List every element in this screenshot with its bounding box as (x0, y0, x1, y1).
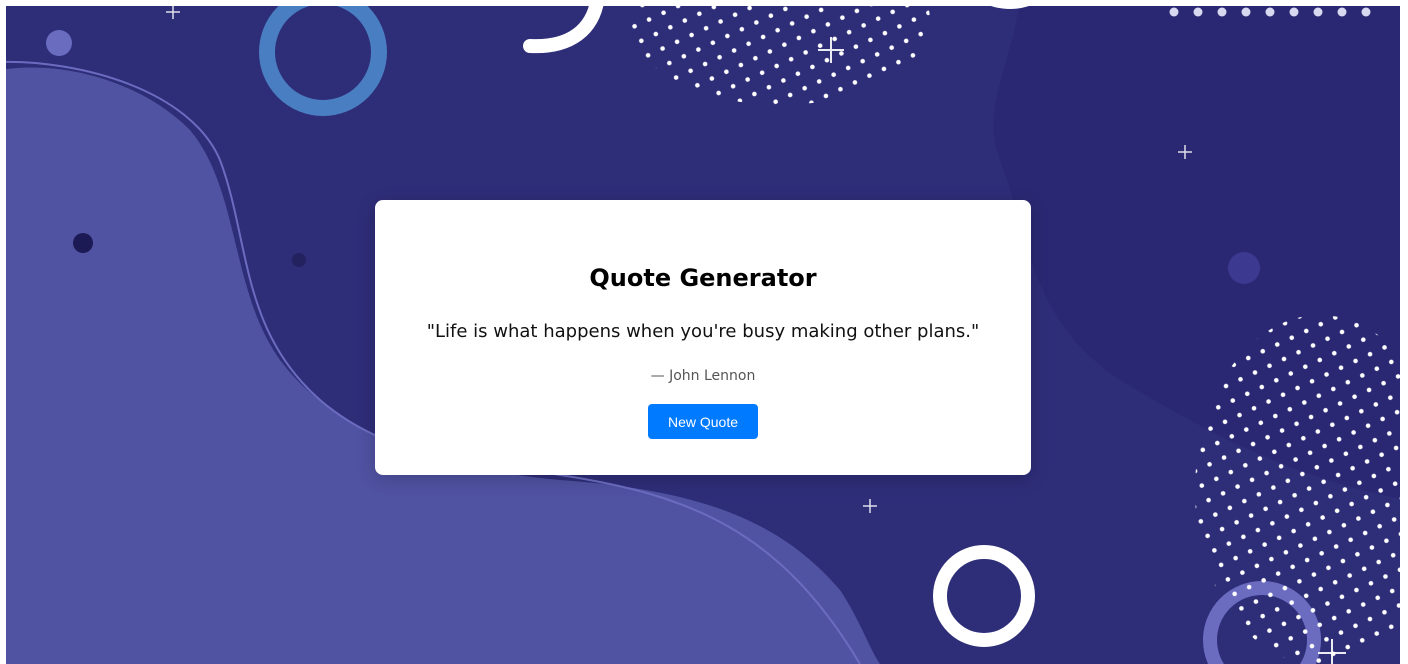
frame-left-edge (0, 0, 6, 664)
quote-author: — John Lennon (650, 368, 756, 384)
decorative-dot (46, 30, 72, 56)
decorative-dot-row (1169, 7, 1371, 17)
quote-card: Quote Generator "Life is what happens wh… (375, 200, 1031, 475)
decorative-dot (292, 253, 306, 267)
frame-right-edge (1400, 0, 1408, 664)
quote-text: "Life is what happens when you're busy m… (426, 321, 980, 342)
decorative-dot (73, 233, 93, 253)
new-quote-button[interactable]: New Quote (648, 404, 758, 439)
card-title: Quote Generator (589, 264, 817, 292)
decorative-dot (1228, 252, 1260, 284)
page-root: Quote Generator "Life is what happens wh… (0, 0, 1408, 664)
frame-top-edge (0, 0, 1408, 6)
